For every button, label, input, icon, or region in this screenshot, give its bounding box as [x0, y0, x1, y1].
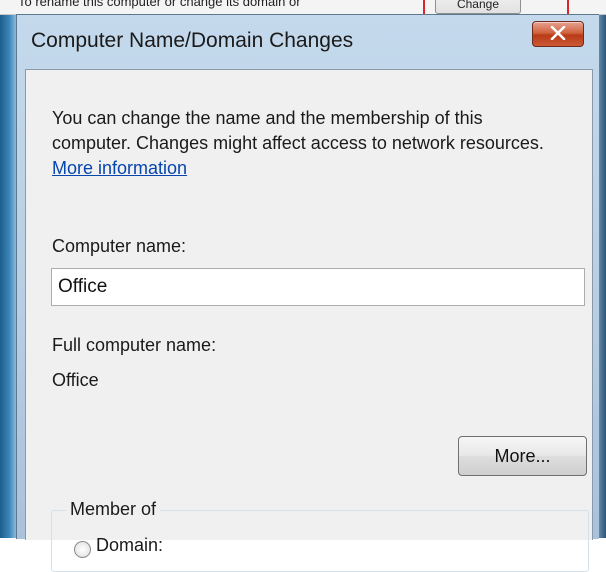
- computer-name-input[interactable]: Office: [51, 268, 585, 306]
- more-information-link[interactable]: More information: [52, 156, 587, 181]
- full-computer-name-label: Full computer name:: [52, 335, 217, 355]
- computer-name-label: Computer name:: [52, 236, 187, 256]
- domain-radio-label[interactable]: Domain:: [96, 535, 163, 556]
- close-icon: [550, 26, 566, 40]
- background-change-button[interactable]: Change: [435, 0, 521, 14]
- full-computer-name-value: Office: [52, 370, 99, 390]
- intro-text: You can change the name and the membersh…: [52, 106, 587, 181]
- more-button[interactable]: More...: [458, 436, 587, 476]
- computer-name-dialog: Computer Name/Domain Changes You can cha…: [16, 14, 599, 572]
- background-highlight-right: [567, 0, 569, 14]
- background-highlight-left: [423, 0, 425, 14]
- background-window-edge-right: [598, 0, 606, 538]
- title-bar[interactable]: Computer Name/Domain Changes: [17, 15, 599, 69]
- member-of-group: Member of Domain:: [51, 499, 589, 572]
- member-of-label: Member of: [66, 499, 161, 520]
- background-window-text: To rename this computer or change its do…: [18, 0, 301, 9]
- background-window: To rename this computer or change its do…: [0, 0, 606, 15]
- dialog-body: You can change the name and the membersh…: [25, 69, 593, 572]
- background-window-edge: [0, 0, 16, 538]
- intro-line-2: computer. Changes might affect access to…: [52, 133, 544, 153]
- close-button[interactable]: [532, 21, 584, 47]
- intro-line-1: You can change the name and the membersh…: [52, 108, 483, 128]
- dialog-title: Computer Name/Domain Changes: [31, 29, 354, 52]
- domain-radio[interactable]: [74, 541, 91, 558]
